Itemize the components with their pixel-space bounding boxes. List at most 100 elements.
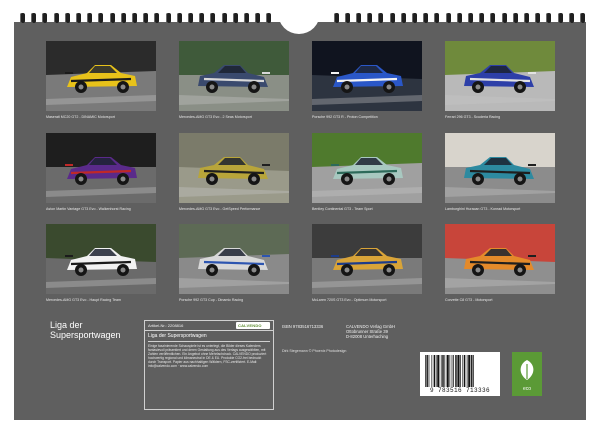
- binding-ring: [210, 13, 216, 23]
- binding-ring: [456, 13, 462, 23]
- race-car-photo: [46, 133, 156, 203]
- binding-ring: [31, 13, 37, 23]
- binding-ring: [154, 13, 160, 23]
- article-number: Artikel-Nr.: 2208816: [148, 323, 184, 328]
- race-car-image: [312, 133, 422, 203]
- binding-ring: [568, 13, 574, 23]
- calendar-title-line-1: Liga der: [50, 320, 83, 330]
- race-car-image: [179, 41, 289, 111]
- binding-ring: [434, 13, 440, 23]
- publisher-address: CALVENDO Verlag GmbH Ottobrunner Straße …: [346, 324, 395, 339]
- race-car-photo: [312, 133, 422, 203]
- photo-caption: Bentley Continental GT3 - Team Sport: [312, 207, 373, 211]
- photo-caption: Maserati MC20 GT2 - DINAMIC Motorsport: [46, 115, 115, 119]
- leaf-icon: [520, 360, 534, 380]
- race-car-image: [179, 133, 289, 203]
- binding-ring: [53, 13, 59, 23]
- eco-label: eco: [522, 386, 532, 392]
- binding-ring: [221, 13, 227, 23]
- race-car-photo: [46, 224, 156, 294]
- photo-caption: Mercedes-AMG GT3 Evo - Haupt Racing Team: [46, 298, 122, 302]
- binding-ring: [524, 13, 529, 23]
- isbn-text: ISBN 9783516713336: [282, 324, 324, 329]
- race-car-photo: [445, 133, 555, 203]
- calvendo-logo-text: CALVENDO: [238, 323, 262, 328]
- calendar-title-line-2: Supersportwagen: [50, 330, 121, 340]
- binding-ring: [199, 13, 205, 23]
- binding-ring: [109, 13, 115, 23]
- binding-ring: [255, 13, 261, 23]
- binding-ring: [468, 13, 473, 23]
- binding-ring: [546, 13, 552, 23]
- info-heading: Liga der Supersportwagen: [148, 333, 207, 339]
- binding-ring: [188, 13, 193, 23]
- author-credit: Dirk Stegemann © Phoenix Photodesign: [282, 349, 347, 353]
- race-car-image: [445, 224, 555, 294]
- binding-ring: [490, 13, 496, 23]
- photo-caption: Ferrari 296 GT3 - Scuderia Racing: [445, 115, 501, 119]
- binding-ring: [232, 13, 238, 23]
- race-car-photo: [179, 224, 289, 294]
- race-car-photo: [46, 41, 156, 111]
- binding-ring: [64, 13, 70, 23]
- eco-badge: eco: [512, 352, 542, 396]
- binding-ring: [580, 13, 585, 23]
- photo-caption: Corvette C8 GT3 - Motorsport: [445, 298, 493, 302]
- photo-caption: Porsche 992 GT3 R - Proton Competition: [312, 115, 378, 119]
- photo-caption: Lamborghini Huracan GT3 - Konrad Motorsp…: [445, 207, 521, 211]
- photo-caption: Mercedes-AMG GT3 Evo - 2 Seas Motorsport: [179, 115, 252, 119]
- race-car-photo: [445, 41, 555, 111]
- binding-ring: [143, 13, 149, 23]
- race-car-image: [46, 41, 156, 111]
- binding-ring: [333, 13, 339, 23]
- race-car-photo: [312, 41, 422, 111]
- info-divider: [148, 341, 270, 342]
- binding-ring: [165, 13, 171, 23]
- race-car-image: [179, 224, 289, 294]
- race-car-image: [312, 224, 422, 294]
- binding-ring: [400, 13, 406, 23]
- binding-ring: [76, 13, 81, 23]
- binding-ring: [120, 13, 126, 23]
- binding-ring: [176, 13, 182, 23]
- race-car-photo: [179, 41, 289, 111]
- binding-ring: [20, 13, 25, 23]
- binding-ring: [244, 13, 249, 23]
- binding-ring: [87, 13, 93, 23]
- binding-ring: [479, 13, 485, 23]
- binding-ring: [42, 13, 48, 23]
- binding-ring: [266, 13, 272, 23]
- binding-ring: [412, 13, 417, 23]
- binding-ring: [389, 13, 395, 23]
- race-car-photo: [445, 224, 555, 294]
- barcode-number: 9 783516 713336: [429, 387, 490, 394]
- binding-ring: [132, 13, 137, 23]
- photo-caption: Aston Martin Vantage GT3 Evo - Walkenhor…: [46, 207, 131, 211]
- barcode-bars: [425, 355, 474, 387]
- publisher-line-3: D-82008 Unterhaching: [346, 334, 389, 339]
- race-car-image: [445, 41, 555, 111]
- binding-ring: [557, 13, 563, 23]
- race-car-image: [46, 224, 156, 294]
- race-car-image: [312, 41, 422, 111]
- photo-caption: Mercedes-AMG GT3 Evo - GetSpeed Performa…: [179, 207, 261, 211]
- binding-ring: [378, 13, 384, 23]
- race-car-photo: [179, 133, 289, 203]
- barcode: 9 783516 713336: [420, 352, 500, 396]
- binding-ring: [535, 13, 541, 23]
- calvendo-logo: CALVENDO: [236, 322, 270, 329]
- binding-ring: [98, 13, 104, 23]
- race-car-image: [445, 133, 555, 203]
- photo-caption: McLaren 720S GT3 Evo - Optimum Motorspor…: [312, 298, 387, 302]
- binding-ring: [423, 13, 429, 23]
- calendar-back-page: Maserati MC20 GT2 - DINAMIC Motorsport Me…: [0, 0, 600, 432]
- race-car-image: [46, 133, 156, 203]
- binding-ring: [356, 13, 361, 23]
- binding-ring: [512, 13, 518, 23]
- binding-ring: [367, 13, 373, 23]
- binding-ring: [445, 13, 451, 23]
- info-box: Artikel-Nr.: 2208816 CALVENDO Liga der S…: [144, 320, 274, 410]
- info-box-header: Artikel-Nr.: 2208816 CALVENDO: [145, 321, 273, 331]
- binding-ring: [501, 13, 507, 23]
- info-description: Einige faszinierende Schauspiele ist es …: [148, 344, 267, 368]
